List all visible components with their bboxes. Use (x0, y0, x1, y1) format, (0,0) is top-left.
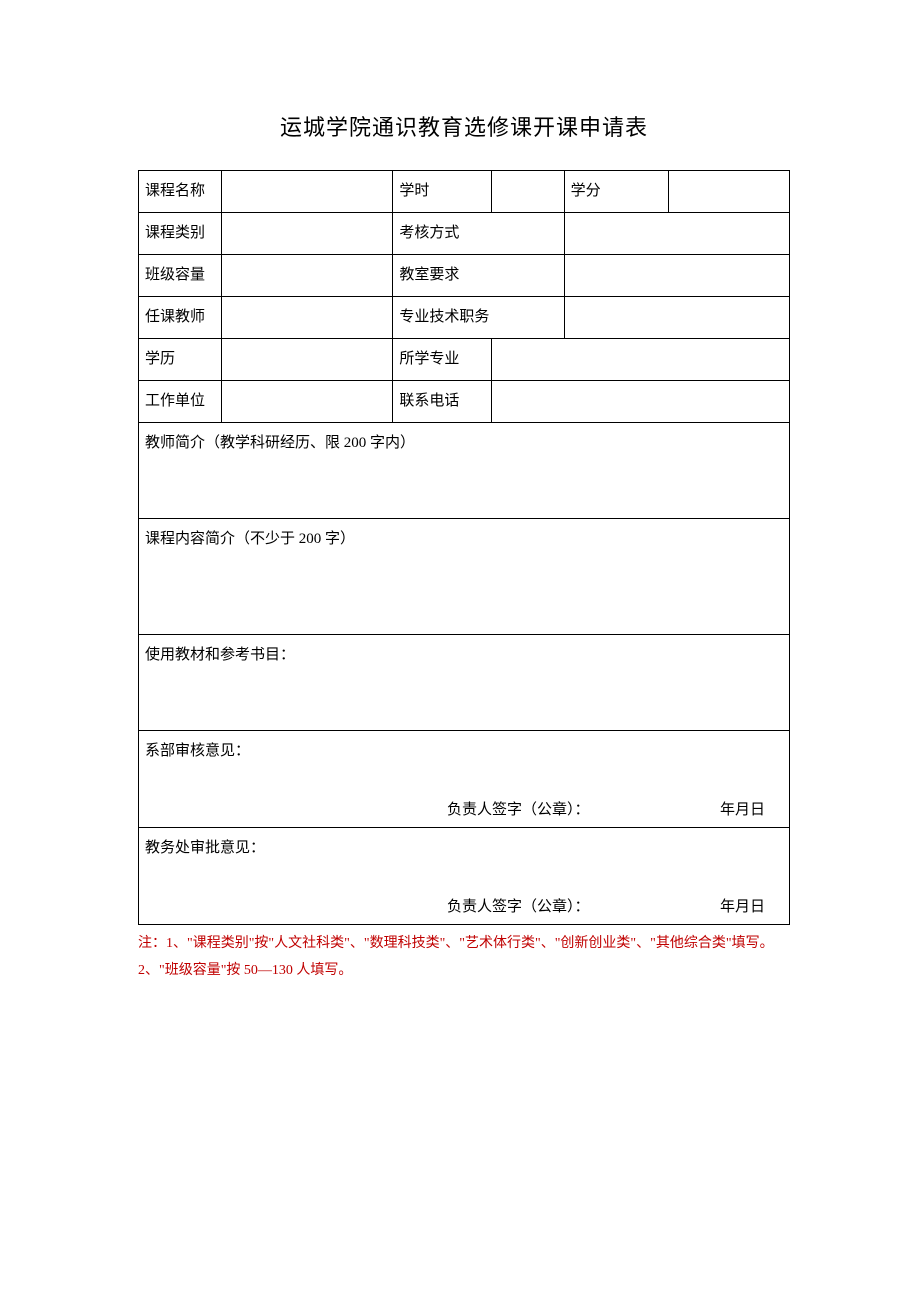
section-teacher-intro: 教师简介（教学科研经历、限 200 字内） (139, 423, 790, 519)
value-education (222, 339, 393, 381)
table-row: 教务处审批意见： 负责人签字（公章）： 年月日 (139, 828, 790, 925)
section-course-intro: 课程内容简介（不少于 200 字） (139, 519, 790, 635)
signature-date: 年月日 (720, 897, 765, 918)
signature-label: 负责人签字（公章）： (447, 897, 590, 918)
table-row: 班级容量 教室要求 (139, 255, 790, 297)
table-row: 系部审核意见： 负责人签字（公章）： 年月日 (139, 731, 790, 828)
label-credits: 学分 (564, 171, 668, 213)
value-hours (491, 171, 564, 213)
label-title: 专业技术职务 (393, 297, 564, 339)
value-title (564, 297, 789, 339)
table-row: 工作单位 联系电话 (139, 381, 790, 423)
value-course-name (222, 171, 393, 213)
value-credits (668, 171, 789, 213)
form-notes: 注：1、"课程类别"按"人文社科类"、"数理科技类"、"艺术体行类"、"创新创业… (138, 931, 790, 984)
value-class-capacity (222, 255, 393, 297)
label-course-category: 课程类别 (139, 213, 222, 255)
label-assessment: 考核方式 (393, 213, 564, 255)
value-assessment (564, 213, 789, 255)
table-row: 教师简介（教学科研经历、限 200 字内） (139, 423, 790, 519)
label-education: 学历 (139, 339, 222, 381)
value-course-category (222, 213, 393, 255)
note-line-2: 2、"班级容量"按 50—130 人填写。 (138, 958, 790, 985)
signature-label: 负责人签字（公章）： (447, 800, 590, 821)
label-class-capacity: 班级容量 (139, 255, 222, 297)
label-classroom-req: 教室要求 (393, 255, 564, 297)
value-phone (491, 381, 789, 423)
dept-review-label: 系部审核意见： (145, 743, 250, 759)
label-major: 所学专业 (393, 339, 491, 381)
office-review-label: 教务处审批意见： (145, 840, 265, 856)
table-row: 任课教师 专业技术职务 (139, 297, 790, 339)
section-dept-review: 系部审核意见： 负责人签字（公章）： 年月日 (139, 731, 790, 828)
table-row: 课程类别 考核方式 (139, 213, 790, 255)
value-major (491, 339, 789, 381)
section-office-review: 教务处审批意见： 负责人签字（公章）： 年月日 (139, 828, 790, 925)
table-row: 课程内容简介（不少于 200 字） (139, 519, 790, 635)
table-row: 学历 所学专业 (139, 339, 790, 381)
value-classroom-req (564, 255, 789, 297)
value-workplace (222, 381, 393, 423)
label-hours: 学时 (393, 171, 491, 213)
label-phone: 联系电话 (393, 381, 491, 423)
value-instructor (222, 297, 393, 339)
label-instructor: 任课教师 (139, 297, 222, 339)
table-row: 使用教材和参考书目： (139, 635, 790, 731)
label-workplace: 工作单位 (139, 381, 222, 423)
note-line-1: 注：1、"课程类别"按"人文社科类"、"数理科技类"、"艺术体行类"、"创新创业… (138, 931, 790, 958)
signature-date: 年月日 (720, 800, 765, 821)
section-textbooks: 使用教材和参考书目： (139, 635, 790, 731)
label-course-name: 课程名称 (139, 171, 222, 213)
form-title: 运城学院通识教育选修课开课申请表 (138, 110, 790, 142)
application-form-table: 课程名称 学时 学分 课程类别 考核方式 班级容量 教室要求 任课教师 专业技术… (138, 170, 790, 925)
table-row: 课程名称 学时 学分 (139, 171, 790, 213)
